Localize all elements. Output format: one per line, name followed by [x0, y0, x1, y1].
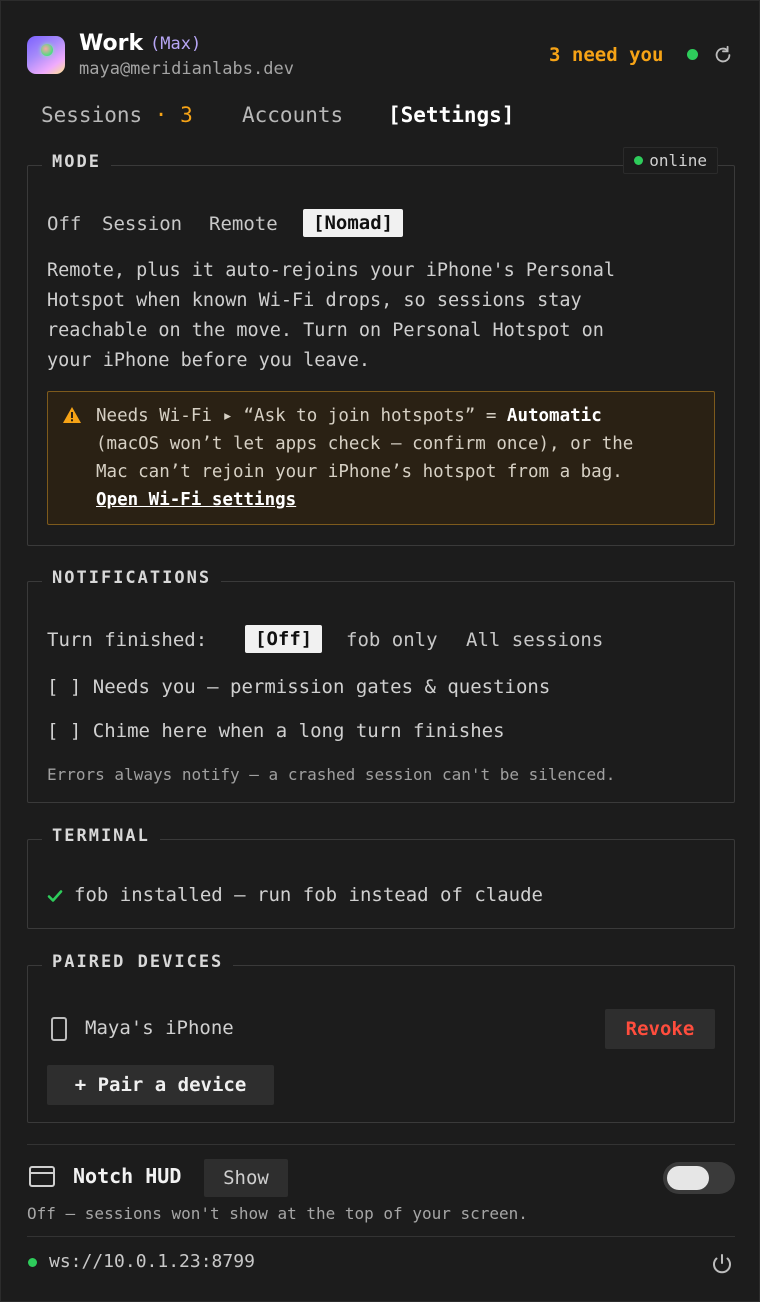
notifications-section: NOTIFICATIONS Turn finished: [Off] fob o… [27, 568, 735, 803]
tab-accounts[interactable]: Accounts [242, 103, 343, 127]
settings-panel: Work (Max) maya@meridianlabs.dev 3 need … [0, 0, 760, 1302]
online-badge: online [623, 147, 718, 174]
warning-line-1-text: Needs Wi-Fi ▸ “Ask to join hotspots” = [96, 406, 507, 426]
mode-option-session[interactable]: Session [102, 213, 182, 235]
tab-sessions-count: 3 [180, 103, 193, 127]
online-dot [634, 156, 644, 165]
connection-status-dot [687, 49, 698, 60]
notch-hud-label: Notch HUD [73, 1164, 182, 1188]
warning-icon [63, 407, 81, 423]
divider [27, 1144, 735, 1145]
divider [27, 1236, 735, 1237]
notifications-legend: NOTIFICATIONS [42, 568, 222, 588]
chime-checkbox[interactable]: [ ] Chime here when a long turn finishes [47, 720, 505, 742]
mode-section: MODE online Off Session Remote [Nomad] R… [27, 147, 735, 546]
tab-sessions-label: Sessions [41, 103, 143, 127]
notch-hud-toggle[interactable] [663, 1162, 735, 1194]
account-email: maya@meridianlabs.dev [79, 59, 294, 79]
notch-hud-icon [29, 1166, 55, 1187]
fob-install-status: fob installed — run fob instead of claud… [74, 884, 543, 906]
mode-description-line: Hotspot when known Wi-Fi drops, so sessi… [47, 290, 582, 311]
warning-text: Needs Wi-Fi ▸ “Ask to join hotspots” = A… [96, 402, 706, 514]
attention-count[interactable]: 3 need you [549, 44, 663, 66]
warning-line-1: Needs Wi-Fi ▸ “Ask to join hotspots” = A… [96, 402, 706, 430]
terminal-legend: TERMINAL [42, 826, 160, 846]
toggle-knob [667, 1166, 709, 1190]
mode-legend: MODE [42, 152, 111, 172]
account-name: Work [79, 31, 144, 56]
turn-finished-option-fob-only[interactable]: fob only [346, 629, 438, 651]
turn-finished-option-off[interactable]: [Off] [245, 625, 323, 653]
account-avatar[interactable] [27, 36, 65, 74]
pair-device-button[interactable]: + Pair a device [47, 1065, 274, 1105]
refresh-icon[interactable] [712, 44, 734, 66]
terminal-section: TERMINAL fob installed — run fob instead… [27, 826, 735, 929]
account-plan: (Max) [150, 34, 202, 54]
revoke-button[interactable]: Revoke [605, 1009, 715, 1049]
turn-finished-option-all-sessions[interactable]: All sessions [466, 629, 603, 651]
websocket-status-dot [28, 1258, 37, 1267]
online-label: online [649, 151, 707, 170]
wifi-warning-box: Needs Wi-Fi ▸ “Ask to join hotspots” = A… [47, 391, 715, 525]
paired-devices-section: PAIRED DEVICES Maya's iPhone Revoke + Pa… [27, 952, 735, 1123]
tab-sessions[interactable]: Sessions · 3 [41, 103, 193, 127]
mode-description-line: your iPhone before you leave. [47, 350, 371, 371]
mode-description-line: Remote, plus it auto-rejoins your iPhone… [47, 260, 616, 281]
turn-finished-label: Turn finished: [47, 629, 208, 651]
mode-option-nomad[interactable]: [Nomad] [303, 209, 404, 237]
tab-sessions-sep: · [142, 103, 181, 127]
phone-icon [51, 1017, 67, 1041]
mode-option-off[interactable]: Off [47, 213, 81, 235]
warning-automatic: Automatic [506, 406, 602, 426]
open-wifi-settings-link[interactable]: Open Wi-Fi settings [96, 490, 296, 510]
errors-note: Errors always notify — a crashed session… [47, 765, 616, 784]
warning-line-3: Mac can’t rejoin your iPhone’s hotspot f… [96, 462, 623, 482]
mode-description-line: reachable on the move. Turn on Personal … [47, 320, 604, 341]
mode-option-remote[interactable]: Remote [209, 213, 278, 235]
paired-devices-legend: PAIRED DEVICES [42, 952, 234, 972]
power-icon[interactable] [710, 1252, 734, 1276]
show-hud-button[interactable]: Show [204, 1159, 288, 1197]
warning-line-2: (macOS won’t let apps check — confirm on… [96, 434, 634, 454]
device-name: Maya's iPhone [85, 1017, 234, 1039]
websocket-url: ws://10.0.1.23:8799 [49, 1251, 255, 1272]
needs-you-checkbox[interactable]: [ ] Needs you — permission gates & quest… [47, 676, 550, 698]
avatar-orb [41, 44, 53, 56]
check-icon [47, 890, 63, 902]
tab-settings[interactable]: [Settings] [388, 103, 514, 127]
mode-description: Remote, plus it auto-rejoins your iPhone… [47, 256, 615, 376]
notch-hud-note: Off — sessions won't show at the top of … [27, 1204, 528, 1223]
